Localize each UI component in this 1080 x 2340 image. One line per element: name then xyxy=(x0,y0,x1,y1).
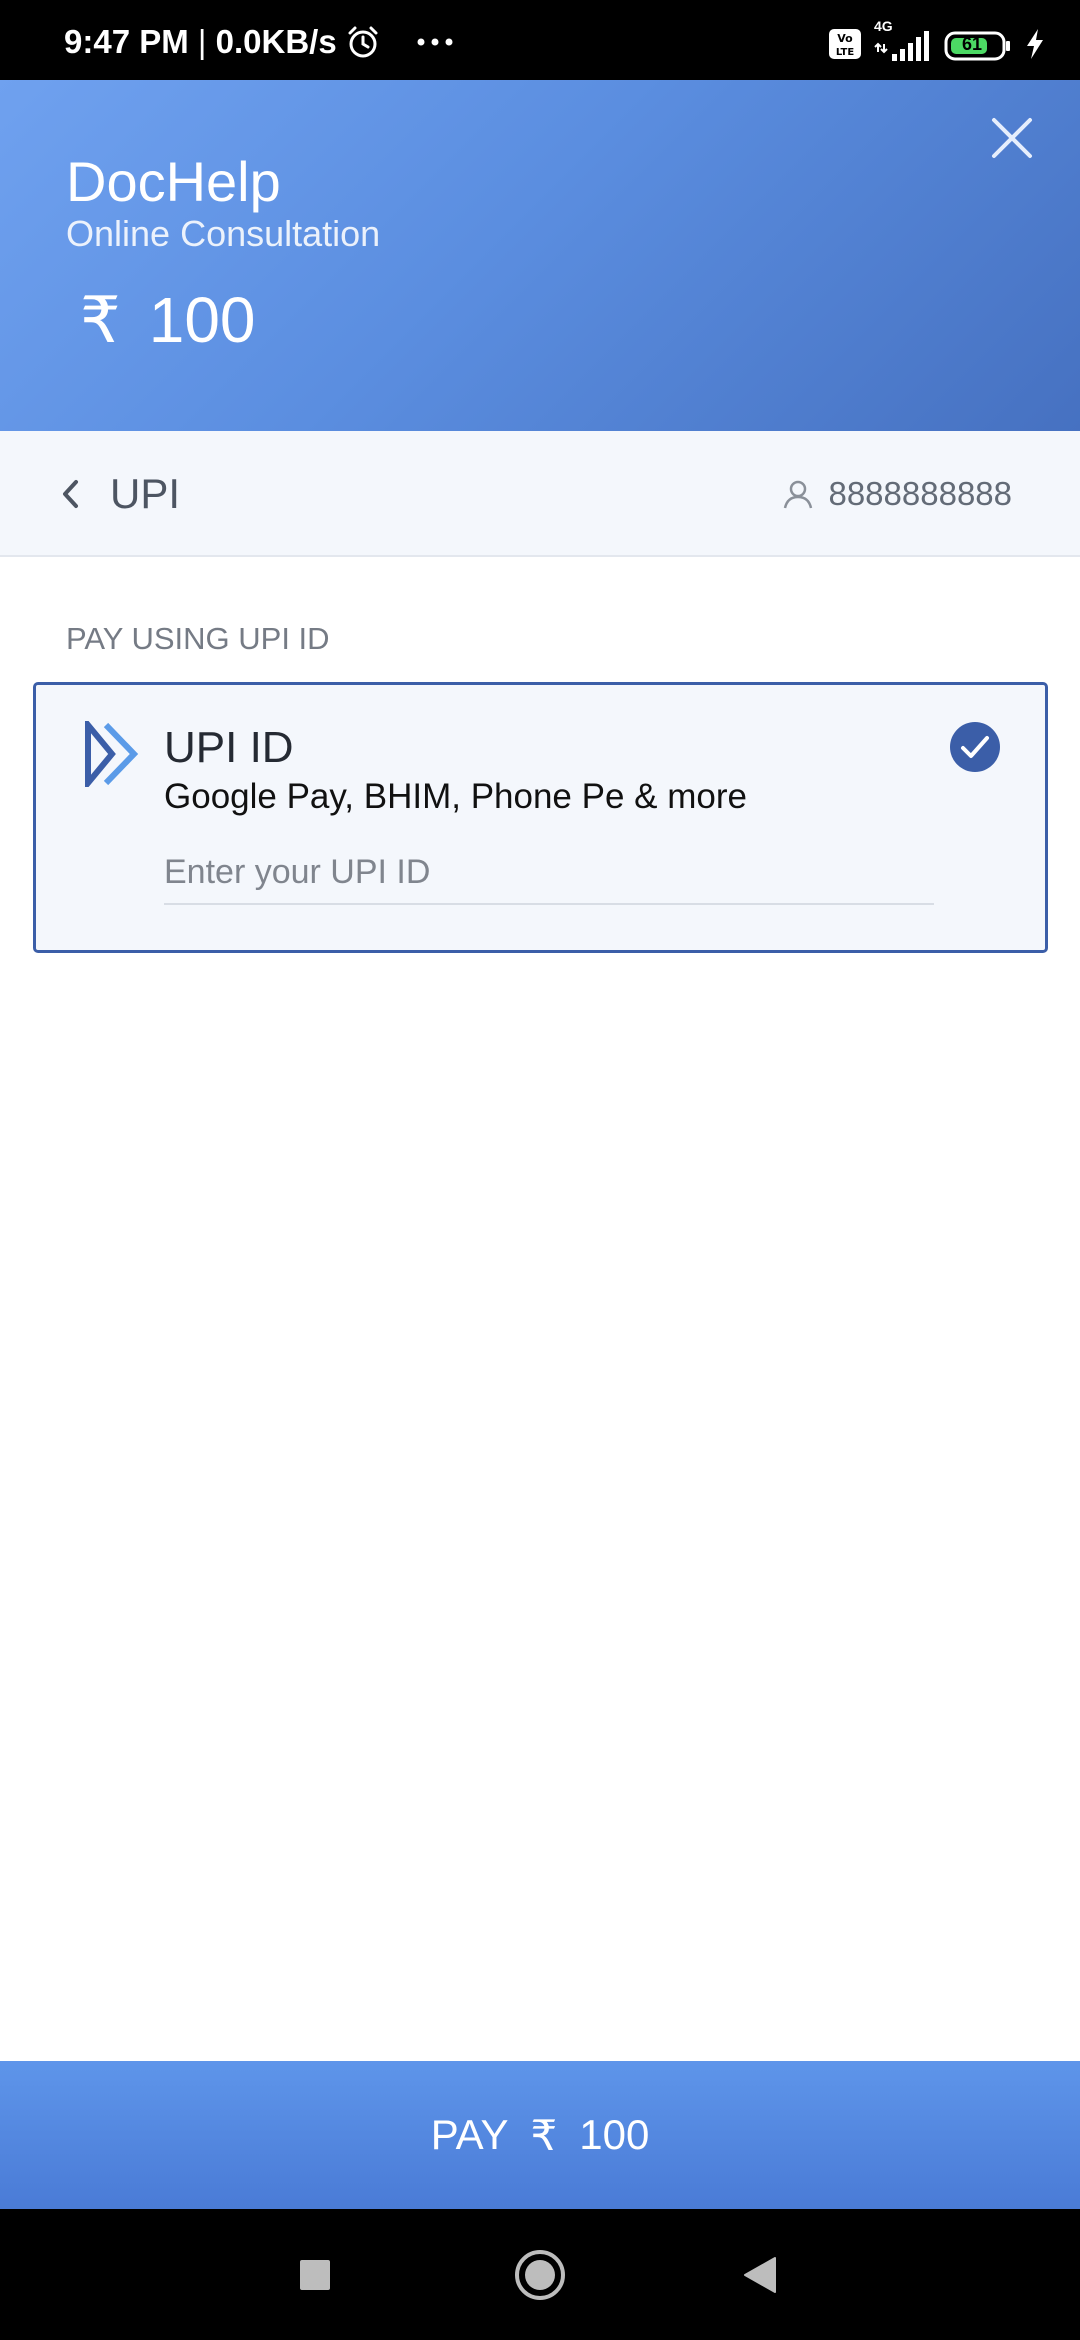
charging-icon xyxy=(1024,28,1046,65)
close-icon xyxy=(992,118,1032,158)
status-net-speed: 0.0KB/s xyxy=(215,23,337,60)
back-nav-button[interactable] xyxy=(715,2209,805,2340)
recents-square-icon xyxy=(300,2259,330,2290)
pay-button-currency: ₹ xyxy=(530,2111,558,2159)
pay-button-label: PAY xyxy=(430,2111,509,2158)
header-amount: ₹100 xyxy=(80,282,256,358)
user-icon xyxy=(784,480,813,509)
merchant-name: DocHelp xyxy=(66,150,281,213)
status-time: 9:47 PM xyxy=(64,23,189,60)
back-triangle-icon xyxy=(744,2256,776,2293)
payment-method-bar: UPI 8888888888 xyxy=(0,431,1080,557)
upi-logo-icon xyxy=(85,721,139,787)
upi-id-input[interactable] xyxy=(164,841,934,905)
close-button[interactable] xyxy=(984,110,1040,166)
network-type: 4G xyxy=(874,18,893,34)
contact-info: 8888888888 xyxy=(782,431,1012,557)
header-amount-value: 100 xyxy=(148,284,256,356)
more-notifications-icon xyxy=(415,36,455,48)
system-nav-bar xyxy=(0,2209,1080,2340)
status-separator: | xyxy=(188,23,216,60)
chevron-left-icon xyxy=(63,480,78,508)
check-circle-icon xyxy=(950,722,1000,772)
pay-button[interactable]: PAY ₹ 100 xyxy=(0,2061,1080,2209)
home-button[interactable] xyxy=(495,2209,585,2340)
status-right: Vo LTE 4G 61 xyxy=(816,18,1046,66)
merchant-subtitle: Online Consultation xyxy=(66,213,381,254)
volte-icon: Vo LTE xyxy=(828,28,862,65)
svg-text:LTE: LTE xyxy=(836,47,855,58)
status-left: 9:47 PM | 0.0KB/s xyxy=(64,22,455,62)
battery-level: 61 xyxy=(962,34,983,54)
contact-number: 8888888888 xyxy=(828,475,1012,512)
method-title: UPI xyxy=(110,470,181,517)
alarm-icon xyxy=(345,24,381,60)
section-label: PAY USING UPI ID xyxy=(66,621,330,656)
recents-button[interactable] xyxy=(270,2209,360,2340)
upi-option-title: UPI ID xyxy=(164,723,294,772)
svg-text:Vo: Vo xyxy=(837,32,853,45)
checkout-header: DocHelp Online Consultation ₹100 xyxy=(0,80,1080,431)
pay-button-amount: 100 xyxy=(579,2111,650,2158)
status-bar: 9:47 PM | 0.0KB/s Vo LTE 4G 61 xyxy=(0,0,1080,80)
back-button[interactable]: UPI xyxy=(60,431,180,557)
home-circle-icon xyxy=(515,2249,565,2300)
signal-icon: 4G xyxy=(874,18,932,62)
header-currency-symbol: ₹ xyxy=(80,284,121,356)
battery-icon: 61 xyxy=(944,30,1012,62)
upi-id-option[interactable]: UPI ID Google Pay, BHIM, Phone Pe & more xyxy=(33,682,1048,953)
upi-supported-apps: Google Pay, BHIM, Phone Pe & more xyxy=(164,777,747,816)
